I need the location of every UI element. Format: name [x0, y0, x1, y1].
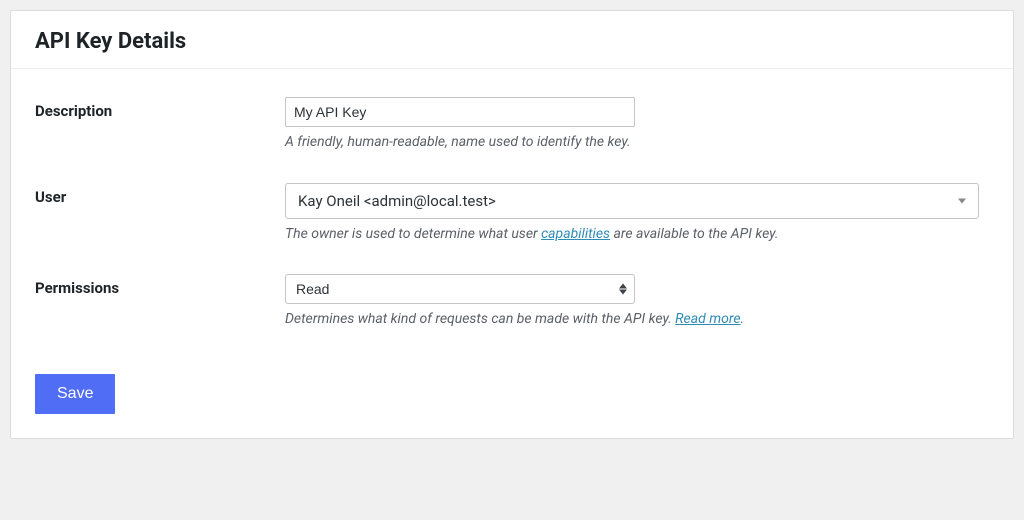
permissions-help: Determines what kind of requests can be …: [285, 310, 989, 330]
capabilities-link[interactable]: capabilities: [541, 226, 610, 242]
chevron-down-icon: [958, 198, 966, 203]
save-button[interactable]: Save: [35, 374, 115, 414]
panel-body: Description A friendly, human-readable, …: [11, 69, 1013, 438]
page-title: API Key Details: [35, 29, 989, 54]
permissions-select[interactable]: Read: [285, 274, 635, 304]
permissions-help-pre: Determines what kind of requests can be …: [285, 311, 675, 327]
description-help: A friendly, human-readable, name used to…: [285, 133, 989, 153]
user-select-value: Kay Oneil <admin@local.test>: [298, 192, 496, 210]
user-select[interactable]: Kay Oneil <admin@local.test>: [285, 183, 979, 219]
read-more-link[interactable]: Read more: [675, 311, 740, 327]
panel-header: API Key Details: [11, 11, 1013, 69]
user-help-post: are available to the API key.: [610, 226, 778, 242]
actions-row: Save: [35, 374, 989, 414]
description-input[interactable]: [285, 97, 635, 127]
description-row: Description A friendly, human-readable, …: [35, 97, 989, 153]
description-control: A friendly, human-readable, name used to…: [285, 97, 989, 153]
permissions-label: Permissions: [35, 274, 285, 297]
permissions-help-post: .: [741, 311, 745, 327]
permissions-control: Read Determines what kind of requests ca…: [285, 274, 989, 330]
description-label: Description: [35, 97, 285, 120]
user-help-pre: The owner is used to determine what user: [285, 226, 541, 242]
user-row: User Kay Oneil <admin@local.test> The ow…: [35, 183, 989, 245]
api-key-details-panel: API Key Details Description A friendly, …: [10, 10, 1014, 439]
permissions-select-wrap: Read: [285, 274, 635, 304]
user-control: Kay Oneil <admin@local.test> The owner i…: [285, 183, 989, 245]
user-help: The owner is used to determine what user…: [285, 225, 989, 245]
permissions-row: Permissions Read Determines what kind of…: [35, 274, 989, 330]
user-label: User: [35, 183, 285, 206]
